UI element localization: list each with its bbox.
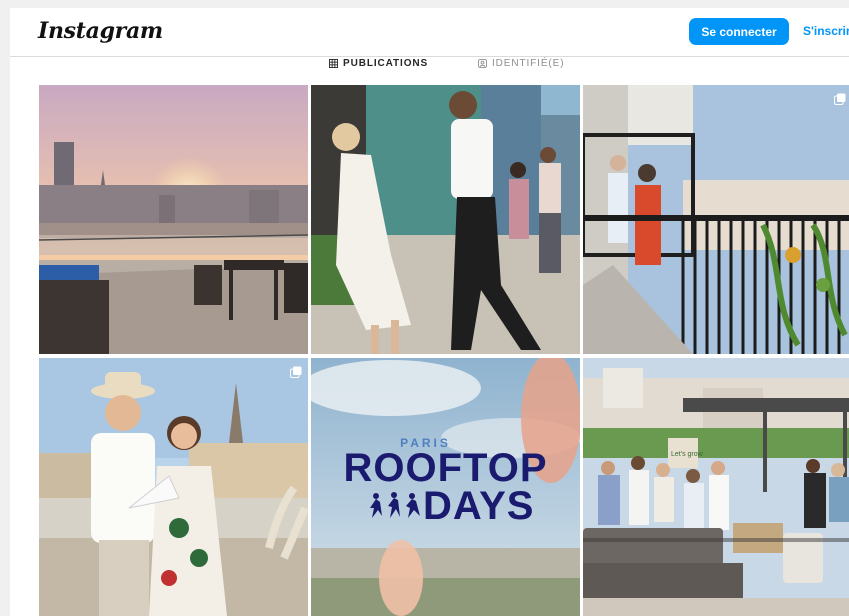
post-image-couple-dancing: [311, 85, 580, 354]
poster-title-line2: DAYS: [423, 484, 535, 528]
tab-publications-label: PUBLICATIONS: [343, 58, 429, 69]
tab-publications[interactable]: PUBLICATIONS: [329, 58, 428, 69]
post-tile-5[interactable]: PARIS ROOFTOP DAYS: [311, 358, 580, 616]
post-image-terrace-guests: [583, 85, 849, 354]
login-button[interactable]: Se connecter: [689, 18, 789, 45]
post-tile-6[interactable]: Let's grow: [583, 358, 849, 616]
poster-title-row2: DAYS: [311, 486, 580, 526]
top-bar: Instagram Se connecter S'inscrire: [10, 8, 849, 57]
tab-tagged[interactable]: IDENTIFIÉ(E): [478, 58, 564, 69]
multiple-photos-icon: [834, 93, 846, 105]
post-image-rooftop-skyline: [39, 85, 308, 354]
profile-page: Instagram Se connecter S'inscrire PUBLIC…: [10, 8, 849, 616]
sign-text: Let's grow: [671, 451, 704, 458]
posts-grid: PARIS ROOFTOP DAYS Let's grow: [39, 85, 849, 616]
post-image-couple-eiffel: [39, 358, 308, 616]
post-tile-4[interactable]: [39, 358, 308, 616]
signup-link[interactable]: S'inscrire: [803, 24, 849, 38]
multiple-photos-icon: [290, 366, 302, 378]
tagged-icon: [478, 59, 487, 68]
poster-text: PARIS ROOFTOP DAYS: [311, 436, 580, 526]
post-image-rooftop-party: Let's grow: [583, 358, 849, 616]
dancers-icon: [370, 492, 420, 518]
grid-icon: [329, 59, 338, 68]
post-tile-3[interactable]: [583, 85, 849, 354]
instagram-logo[interactable]: Instagram: [38, 18, 163, 44]
profile-tabs: PUBLICATIONS IDENTIFIÉ(E): [10, 57, 849, 83]
poster-title-line1: ROOFTOP: [343, 446, 548, 490]
tab-tagged-label: IDENTIFIÉ(E): [492, 58, 565, 69]
post-tile-2[interactable]: [311, 85, 580, 354]
post-tile-1[interactable]: [39, 85, 308, 354]
